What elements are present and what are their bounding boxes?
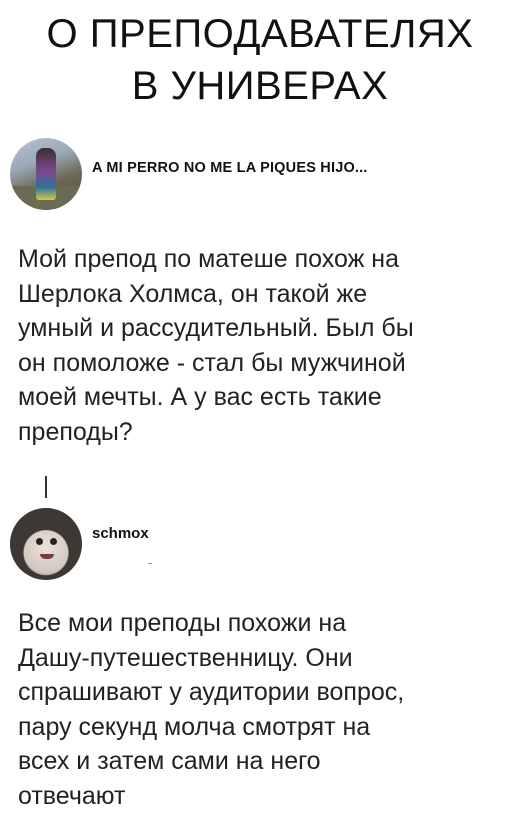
reply-username[interactable]: schmox [92,525,149,542]
avatar-eye [50,538,57,545]
avatar[interactable] [10,138,82,210]
avatar-eye [36,538,43,545]
reply-line: всех и затем сами на него [18,747,321,775]
reply-line: Дашу-путешественницу. Они [18,643,353,672]
post-body: Мой препод по матеше похож на Шерлока Хо… [18,242,518,449]
reply-body: Все мои преподы похожи на Дашу-путешеств… [18,606,518,813]
post-line: умный и рассудительный. Был бы [18,314,414,342]
post-header: A MI PERRO NO ME LA PIQUES HIJO... [10,133,510,215]
post-line: Мой препод по матеше похож на [18,245,399,273]
reply-line: отвечают [18,781,126,810]
post-line: он помоложе - стал бы мужчиной [18,348,406,377]
title-line-1: О ПРЕПОДАВАТЕЛЯХ [46,12,474,56]
post-line: моей мечты. А у вас есть такие [18,383,382,411]
thread-connector [45,476,47,498]
post-line: преподы? [18,417,133,446]
title-line-2: В УНИВЕРАХ [131,64,389,108]
reply-line: Все мои преподы похожи на [18,609,347,637]
reply-avatar[interactable] [10,508,82,580]
reply-line: пару секунд молча смотрят на [18,712,371,741]
avatar-figure [36,148,56,200]
divider [148,563,152,564]
avatar-hair [10,508,82,580]
reply-line: спрашивают у аудитории вопрос, [18,678,405,706]
post-username[interactable]: A MI PERRO NO ME LA PIQUES HIJO... [92,160,368,176]
post-line: Шерлока Холмса, он такой же [18,279,368,308]
page-title: О ПРЕПОДАВАТЕЛЯХ В УНИВЕРАХ [0,8,520,112]
reply-header: schmox [10,503,510,585]
